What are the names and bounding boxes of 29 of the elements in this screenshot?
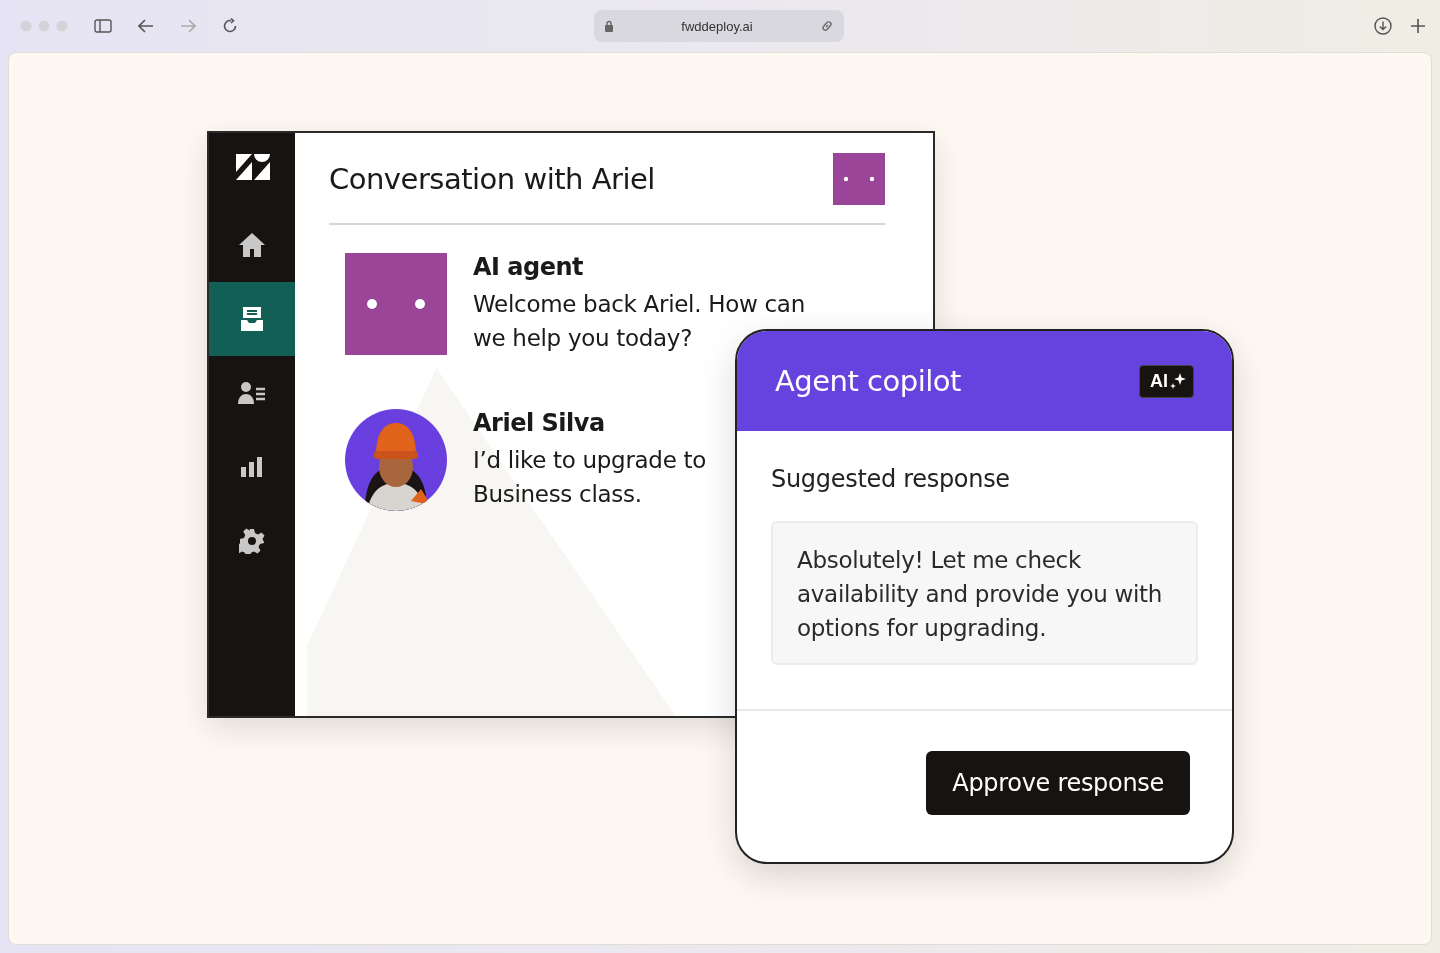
home-icon	[238, 232, 266, 258]
link-icon[interactable]	[820, 19, 834, 33]
bar-chart-icon	[240, 456, 264, 478]
contacts-icon	[238, 381, 266, 405]
bot-avatar-icon	[833, 153, 885, 205]
message-text: I’d like to upgrade to Business class.	[473, 446, 708, 509]
back-icon[interactable]	[138, 19, 154, 33]
reload-icon[interactable]	[222, 18, 238, 34]
message-text: Welcome back Ariel. How can we help you today?	[473, 290, 806, 353]
inbox-icon	[240, 306, 264, 332]
badge-text: AI	[1150, 370, 1168, 392]
sender-name: AI agent	[473, 253, 585, 281]
settings-icon	[239, 528, 265, 554]
sidebar-icon[interactable]	[94, 19, 112, 33]
conversation-title: Conversation with Ariel	[329, 162, 655, 196]
nav-item[interactable]	[209, 282, 295, 356]
new-tab-icon[interactable]	[1410, 18, 1426, 34]
download-icon[interactable]	[1374, 17, 1392, 35]
section-heading: Suggested response	[771, 465, 1011, 493]
copilot-title: Agent copilot	[775, 364, 961, 398]
sparkle-icon	[1169, 372, 1187, 390]
approve-button[interactable]: Approve response	[926, 751, 1190, 815]
url-text: fwddeploy.ai	[681, 18, 753, 34]
lock-icon	[604, 20, 614, 32]
bot-avatar-icon	[345, 253, 447, 355]
logo-icon	[234, 153, 270, 181]
address-bar[interactable]: fwddeploy.ai	[594, 10, 844, 42]
suggested-response: Absolutely! Let me check availability and provide you with options for upgrading.	[771, 521, 1198, 665]
sender-name: Ariel Silva	[473, 409, 606, 437]
